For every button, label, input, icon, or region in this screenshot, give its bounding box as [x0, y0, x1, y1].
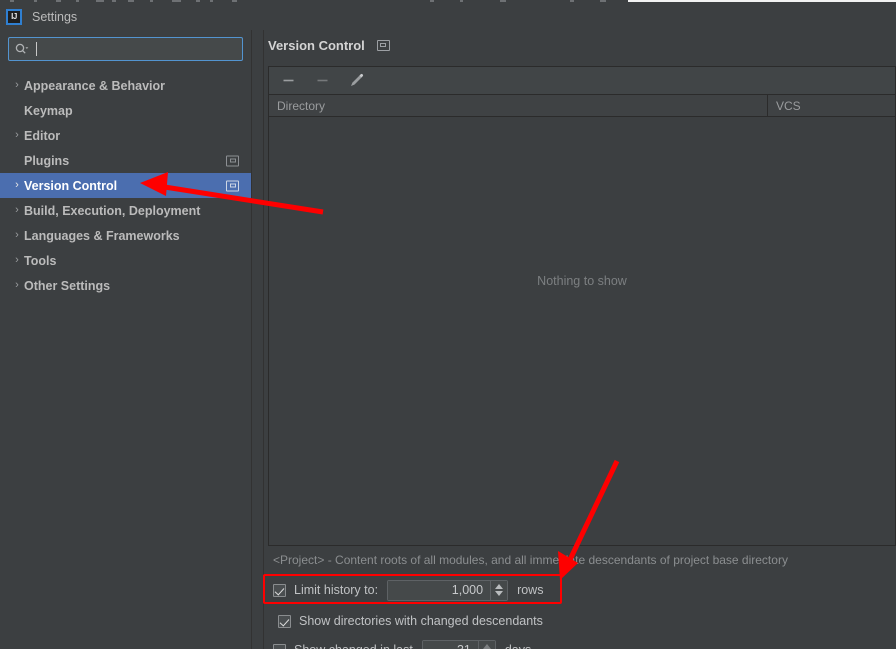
sidebar-item-plugins[interactable]: Plugins — [0, 148, 251, 173]
sidebar-item-label: Appearance & Behavior — [24, 78, 166, 93]
settings-sidebar: › Appearance & Behavior Keymap › Editor … — [0, 30, 251, 649]
remove-button[interactable] — [313, 72, 331, 90]
show-changed-row: Show changed in last 31 days — [273, 639, 531, 649]
table-toolbar — [269, 67, 895, 95]
sidebar-item-label: Tools — [24, 253, 57, 268]
column-header-vcs[interactable]: VCS — [768, 95, 895, 116]
empty-state-text: Nothing to show — [537, 274, 627, 288]
search-icon — [15, 43, 33, 55]
show-changed-value[interactable]: 31 — [422, 640, 478, 649]
restore-defaults-icon[interactable] — [226, 155, 239, 166]
title-bar: IJ Settings — [0, 4, 896, 30]
sidebar-item-label: Languages & Frameworks — [24, 228, 180, 243]
show-directories-label: Show directories with changed descendant… — [299, 614, 543, 628]
limit-history-value[interactable]: 1,000 — [388, 580, 491, 600]
limit-history-checkbox[interactable] — [273, 583, 286, 597]
sidebar-item-label: Editor — [24, 128, 61, 143]
settings-dialog: IJ Settings › Appearance & Behavior Keym… — [0, 0, 896, 649]
show-changed-label: Show changed in last — [294, 643, 413, 649]
splitter[interactable] — [251, 30, 264, 649]
show-directories-row: Show directories with changed descendant… — [278, 610, 543, 632]
page-title: Version Control — [268, 37, 365, 53]
chevron-right-icon[interactable]: › — [10, 130, 24, 141]
limit-history-row: Limit history to: 1,000 rows — [273, 579, 543, 601]
sidebar-item-label: Other Settings — [24, 278, 111, 293]
restore-defaults-icon[interactable] — [376, 39, 390, 51]
chevron-right-icon[interactable]: › — [10, 80, 24, 91]
vcs-mappings-table: Directory VCS Nothing to show — [268, 66, 896, 546]
add-button[interactable] — [279, 72, 297, 90]
spinner-arrows-icon[interactable] — [490, 580, 508, 600]
chevron-right-icon[interactable]: › — [10, 280, 24, 291]
show-directories-checkbox[interactable] — [278, 614, 291, 628]
pencil-icon[interactable] — [347, 72, 365, 90]
restore-defaults-icon[interactable] — [226, 180, 239, 191]
settings-tree: › Appearance & Behavior Keymap › Editor … — [0, 73, 251, 298]
chevron-right-icon[interactable]: › — [10, 180, 24, 191]
sidebar-item-label: Version Control — [24, 178, 118, 193]
sidebar-item-keymap[interactable]: Keymap — [0, 98, 251, 123]
sidebar-item-appearance-behavior[interactable]: › Appearance & Behavior — [0, 73, 251, 98]
window-title: Settings — [32, 10, 78, 24]
sidebar-item-tools[interactable]: › Tools — [0, 248, 251, 273]
show-changed-unit: days — [505, 643, 531, 649]
intellij-idea-icon: IJ — [6, 9, 22, 25]
sidebar-item-other-settings[interactable]: › Other Settings — [0, 273, 251, 298]
sidebar-item-build-execution-deployment[interactable]: › Build, Execution, Deployment — [0, 198, 251, 223]
chevron-right-icon[interactable]: › — [10, 230, 24, 241]
sidebar-item-version-control[interactable]: › Version Control — [0, 173, 251, 198]
search-box[interactable] — [8, 37, 243, 61]
limit-history-label: Limit history to: — [294, 583, 379, 597]
pane-header: Version Control — [264, 30, 896, 60]
sidebar-item-label: Plugins — [24, 153, 70, 168]
table-body: Nothing to show — [269, 117, 895, 545]
table-header-row: Directory VCS — [269, 95, 895, 117]
show-changed-spinner[interactable]: 31 — [421, 639, 496, 649]
column-header-directory[interactable]: Directory — [269, 95, 768, 116]
sidebar-item-editor[interactable]: › Editor — [0, 123, 251, 148]
chevron-right-icon[interactable]: › — [10, 255, 24, 266]
chevron-right-icon[interactable]: › — [10, 205, 24, 216]
sidebar-item-label: Keymap — [24, 103, 73, 118]
version-control-pane: Version Control Directory VCS Nothing to… — [264, 30, 896, 649]
spinner-arrows-icon[interactable] — [477, 640, 495, 649]
sidebar-item-languages-frameworks[interactable]: › Languages & Frameworks — [0, 223, 251, 248]
sidebar-item-label: Build, Execution, Deployment — [24, 203, 201, 218]
mappings-note: <Project> - Content roots of all modules… — [273, 553, 788, 567]
search-input[interactable] — [37, 42, 242, 56]
show-changed-checkbox[interactable] — [273, 643, 286, 649]
limit-history-unit: rows — [517, 583, 544, 597]
limit-history-spinner[interactable]: 1,000 — [387, 579, 509, 601]
